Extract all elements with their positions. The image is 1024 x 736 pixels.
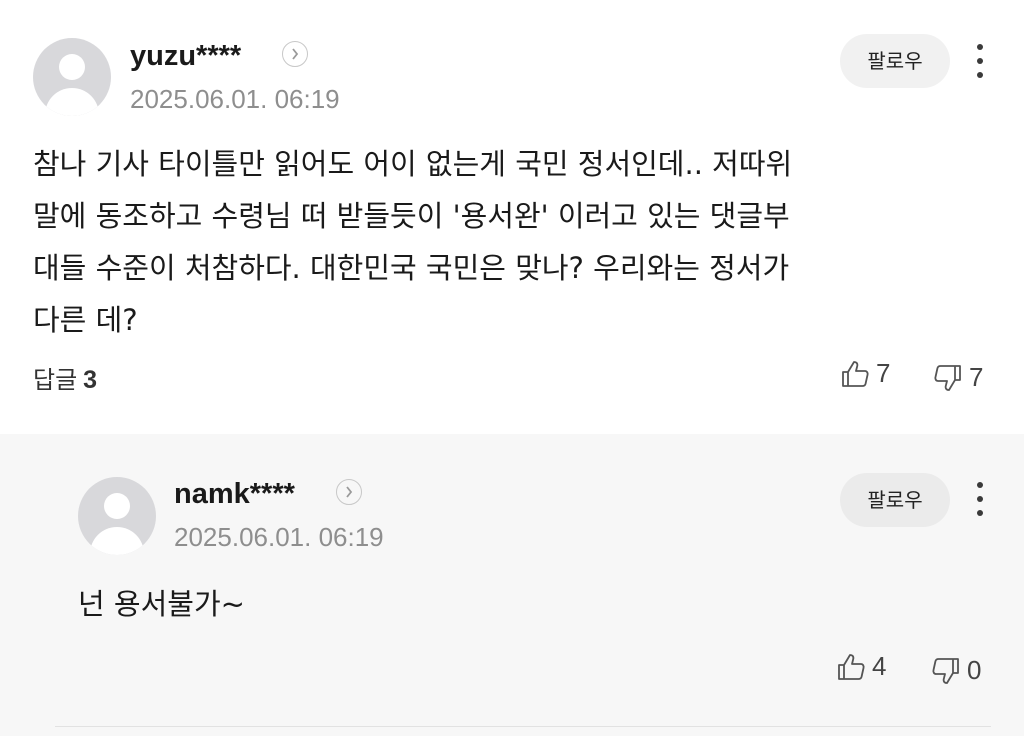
comment-body-line: 말에 동조하고 수령님 떠 받들듯이 '용서완' 이러고 있는 댓글부 xyxy=(33,199,790,233)
dislike-button[interactable]: 7 xyxy=(933,362,983,393)
follow-button[interactable]: 팔로우 xyxy=(840,473,950,527)
dislike-button[interactable]: 0 xyxy=(931,655,981,686)
dislike-count: 7 xyxy=(969,362,984,392)
comment-timestamp: 2025.06.01. 06:19 xyxy=(130,84,340,114)
like-count: 7 xyxy=(876,358,891,388)
comment-body: 넌 용서불가~ xyxy=(78,587,245,621)
thumbs-up-icon xyxy=(842,360,869,387)
like-button[interactable]: 4 xyxy=(836,651,886,682)
comment-username[interactable]: namk**** xyxy=(174,478,295,511)
comment-body-line: 대들 수준이 처참하다. 대한민국 국민은 맞나? 우리와는 정서가 xyxy=(33,251,790,285)
dislike-count: 0 xyxy=(967,655,982,685)
comment: yuzu**** 2025.06.01. 06:19 팔로우 참나 기사 타이틀… xyxy=(0,0,1024,435)
thumbs-down-icon xyxy=(934,364,961,391)
comment-body-line: 다른 데? xyxy=(33,303,138,337)
avatar-icon[interactable] xyxy=(78,477,156,555)
thumbs-up-icon xyxy=(838,653,865,680)
like-button[interactable]: 7 xyxy=(840,358,890,389)
thumbs-down-icon xyxy=(932,657,959,684)
reply-label: 답글 xyxy=(33,366,78,394)
reply-toggle[interactable]: 답글 3 xyxy=(33,360,97,395)
comment-timestamp: 2025.06.01. 06:19 xyxy=(174,522,384,552)
reply-count: 3 xyxy=(83,366,98,394)
follow-button[interactable]: 팔로우 xyxy=(840,34,950,88)
comment-username[interactable]: yuzu**** xyxy=(130,40,241,73)
comment-body: 참나 기사 타이틀만 읽어도 어이 없는게 국민 정서인데.. 저따위 말에 동… xyxy=(33,138,993,346)
comment-body-line: 참나 기사 타이틀만 읽어도 어이 없는게 국민 정서인데.. 저따위 xyxy=(33,147,793,181)
avatar-icon[interactable] xyxy=(33,38,111,116)
like-count: 4 xyxy=(872,651,887,681)
divider xyxy=(55,726,991,727)
more-vertical-icon[interactable] xyxy=(974,479,986,519)
chevron-right-icon[interactable] xyxy=(282,41,308,67)
reply-comment: namk**** 2025.06.01. 06:19 팔로우 넌 용서불가~ 4… xyxy=(0,434,1024,736)
more-vertical-icon[interactable] xyxy=(974,41,986,81)
chevron-right-icon[interactable] xyxy=(336,479,362,505)
